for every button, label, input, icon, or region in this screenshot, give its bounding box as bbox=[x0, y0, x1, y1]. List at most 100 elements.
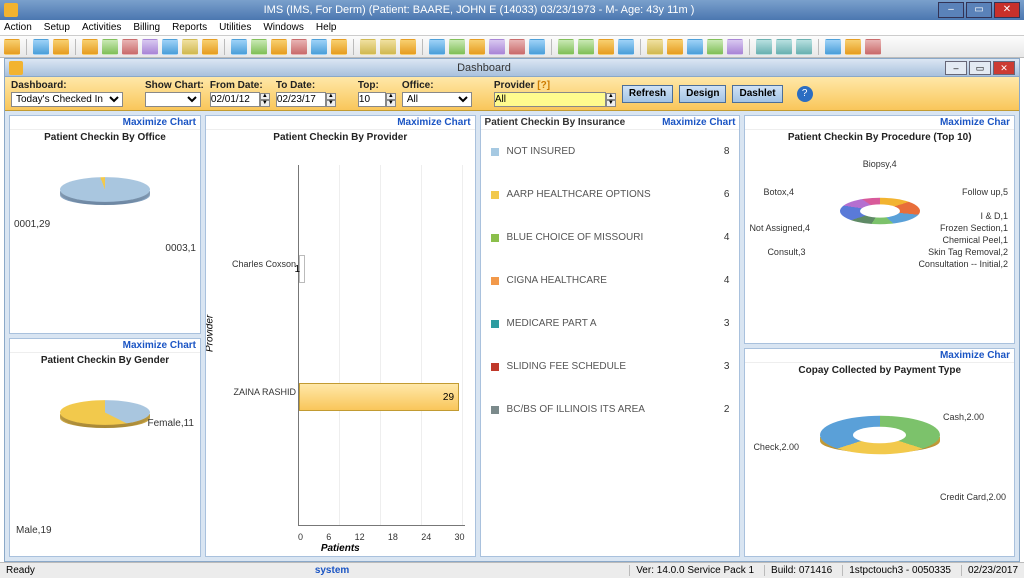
toolbar-icon[interactable] bbox=[251, 39, 267, 55]
toolbar-icon[interactable] bbox=[667, 39, 683, 55]
panel-title: Patient Checkin By Office bbox=[10, 130, 200, 147]
maximize-chart-link[interactable]: Maximize Char bbox=[940, 350, 1010, 361]
spin-up-icon[interactable]: ▲ bbox=[260, 93, 270, 100]
menu-action[interactable]: Action bbox=[4, 22, 32, 33]
menu-activities[interactable]: Activities bbox=[82, 22, 121, 33]
provider-input[interactable] bbox=[494, 92, 606, 107]
toolbar-icon[interactable] bbox=[687, 39, 703, 55]
toolbar-icon[interactable] bbox=[558, 39, 574, 55]
legend-swatch bbox=[491, 234, 499, 242]
toolbar-icon[interactable] bbox=[182, 39, 198, 55]
toolbar-icon[interactable] bbox=[489, 39, 505, 55]
maximize-chart-link[interactable]: Maximize Chart bbox=[397, 117, 470, 128]
dash-minimize-button[interactable]: – bbox=[945, 61, 967, 75]
menu-utilities[interactable]: Utilities bbox=[219, 22, 251, 33]
toolbar-icon[interactable] bbox=[776, 39, 792, 55]
toolbar-icon[interactable] bbox=[529, 39, 545, 55]
x-tick: 24 bbox=[421, 532, 431, 542]
menu-reports[interactable]: Reports bbox=[172, 22, 207, 33]
refresh-button[interactable]: Refresh bbox=[622, 85, 673, 103]
spin-up-icon[interactable]: ▲ bbox=[386, 93, 396, 100]
maximize-chart-link[interactable]: Maximize Chart bbox=[123, 340, 196, 351]
toolbar-icon[interactable] bbox=[429, 39, 445, 55]
toolbar-icon[interactable] bbox=[142, 39, 158, 55]
toolbar-icon[interactable] bbox=[33, 39, 49, 55]
pie-label: Cash,2.00 bbox=[943, 412, 984, 422]
help-icon[interactable] bbox=[825, 39, 841, 55]
toolbar-icon[interactable] bbox=[102, 39, 118, 55]
spin-down-icon[interactable]: ▼ bbox=[260, 100, 270, 107]
toolbar-icon[interactable] bbox=[291, 39, 307, 55]
spin-down-icon[interactable]: ▼ bbox=[606, 100, 616, 107]
dash-close-button[interactable]: ✕ bbox=[993, 61, 1015, 75]
toolbar-icon[interactable] bbox=[727, 39, 743, 55]
bar-value: 29 bbox=[443, 392, 454, 403]
menu-bar: Action Setup Activities Billing Reports … bbox=[0, 20, 1024, 36]
toolbar-icon[interactable] bbox=[400, 39, 416, 55]
toolbar-icon[interactable] bbox=[53, 39, 69, 55]
toolbar-icon[interactable] bbox=[360, 39, 376, 55]
toolbar-icon[interactable] bbox=[122, 39, 138, 55]
from-date-input[interactable] bbox=[210, 92, 260, 107]
pie-label: Frozen Section,1 bbox=[940, 223, 1008, 233]
status-station: 1stpctouch3 - 0050335 bbox=[842, 565, 951, 576]
spin-down-icon[interactable]: ▼ bbox=[386, 100, 396, 107]
menu-setup[interactable]: Setup bbox=[44, 22, 70, 33]
dashboard-title: Dashboard bbox=[23, 62, 945, 74]
spin-down-icon[interactable]: ▼ bbox=[326, 100, 336, 107]
spin-up-icon[interactable]: ▲ bbox=[606, 93, 616, 100]
legend-swatch bbox=[491, 277, 499, 285]
toolbar-icon[interactable] bbox=[271, 39, 287, 55]
toolbar-icon[interactable] bbox=[4, 39, 20, 55]
toolbar-icon[interactable] bbox=[707, 39, 723, 55]
pie-label: Not Assigned,4 bbox=[749, 223, 810, 233]
toolbar-icon[interactable] bbox=[618, 39, 634, 55]
maximize-chart-link[interactable]: Maximize Chart bbox=[662, 117, 735, 128]
pie-label: Skin Tag Removal,2 bbox=[928, 247, 1008, 257]
help-icon[interactable]: ? bbox=[797, 86, 813, 102]
toolbar-icon[interactable] bbox=[162, 39, 178, 55]
menu-billing[interactable]: Billing bbox=[133, 22, 160, 33]
toolbar-icon[interactable] bbox=[82, 39, 98, 55]
dash-restore-button[interactable]: ▭ bbox=[969, 61, 991, 75]
toolbar-icon[interactable] bbox=[756, 39, 772, 55]
show-chart-select[interactable] bbox=[145, 92, 201, 107]
toolbar-icon[interactable] bbox=[796, 39, 812, 55]
top-input[interactable] bbox=[358, 92, 386, 107]
close-button[interactable]: ✕ bbox=[994, 2, 1020, 18]
pie-label: Consult,3 bbox=[767, 247, 805, 257]
menu-windows[interactable]: Windows bbox=[263, 22, 304, 33]
toolbar-icon[interactable] bbox=[202, 39, 218, 55]
maximize-button[interactable]: ▭ bbox=[966, 2, 992, 18]
panel-checkin-office: Maximize Chart Patient Checkin By Office… bbox=[9, 115, 201, 334]
toolbar-icon[interactable] bbox=[311, 39, 327, 55]
minimize-button[interactable]: – bbox=[938, 2, 964, 18]
dashboard-select[interactable]: Today's Checked In bbox=[11, 92, 123, 107]
toolbar-icon[interactable] bbox=[578, 39, 594, 55]
legend-swatch bbox=[491, 148, 499, 156]
insurance-row: Not Insured8 bbox=[481, 130, 740, 173]
maximize-chart-link[interactable]: Maximize Char bbox=[940, 117, 1010, 128]
toolbar-icon[interactable] bbox=[380, 39, 396, 55]
legend-swatch bbox=[491, 406, 499, 414]
toolbar-icon[interactable] bbox=[647, 39, 663, 55]
toolbar-icon[interactable] bbox=[449, 39, 465, 55]
toolbar-icon[interactable] bbox=[509, 39, 525, 55]
dashlet-button[interactable]: Dashlet bbox=[732, 85, 782, 103]
maximize-chart-link[interactable]: Maximize Chart bbox=[123, 117, 196, 128]
menu-help[interactable]: Help bbox=[316, 22, 337, 33]
toolbar-icon[interactable] bbox=[331, 39, 347, 55]
toolbar-icon[interactable] bbox=[598, 39, 614, 55]
insurance-name: Not Insured bbox=[507, 146, 724, 157]
insurance-row: BLUE CHOICE OF MISSOURI4 bbox=[481, 216, 740, 259]
office-select[interactable]: All bbox=[402, 92, 472, 107]
toolbar-icon[interactable] bbox=[231, 39, 247, 55]
to-date-input[interactable] bbox=[276, 92, 326, 107]
toolbar-icon[interactable] bbox=[469, 39, 485, 55]
exit-icon[interactable] bbox=[865, 39, 881, 55]
lock-icon[interactable] bbox=[845, 39, 861, 55]
spin-up-icon[interactable]: ▲ bbox=[326, 93, 336, 100]
panel-copay: Maximize Char Copay Collected by Payment… bbox=[744, 348, 1015, 557]
pie-label: Female,11 bbox=[147, 418, 194, 429]
design-button[interactable]: Design bbox=[679, 85, 726, 103]
